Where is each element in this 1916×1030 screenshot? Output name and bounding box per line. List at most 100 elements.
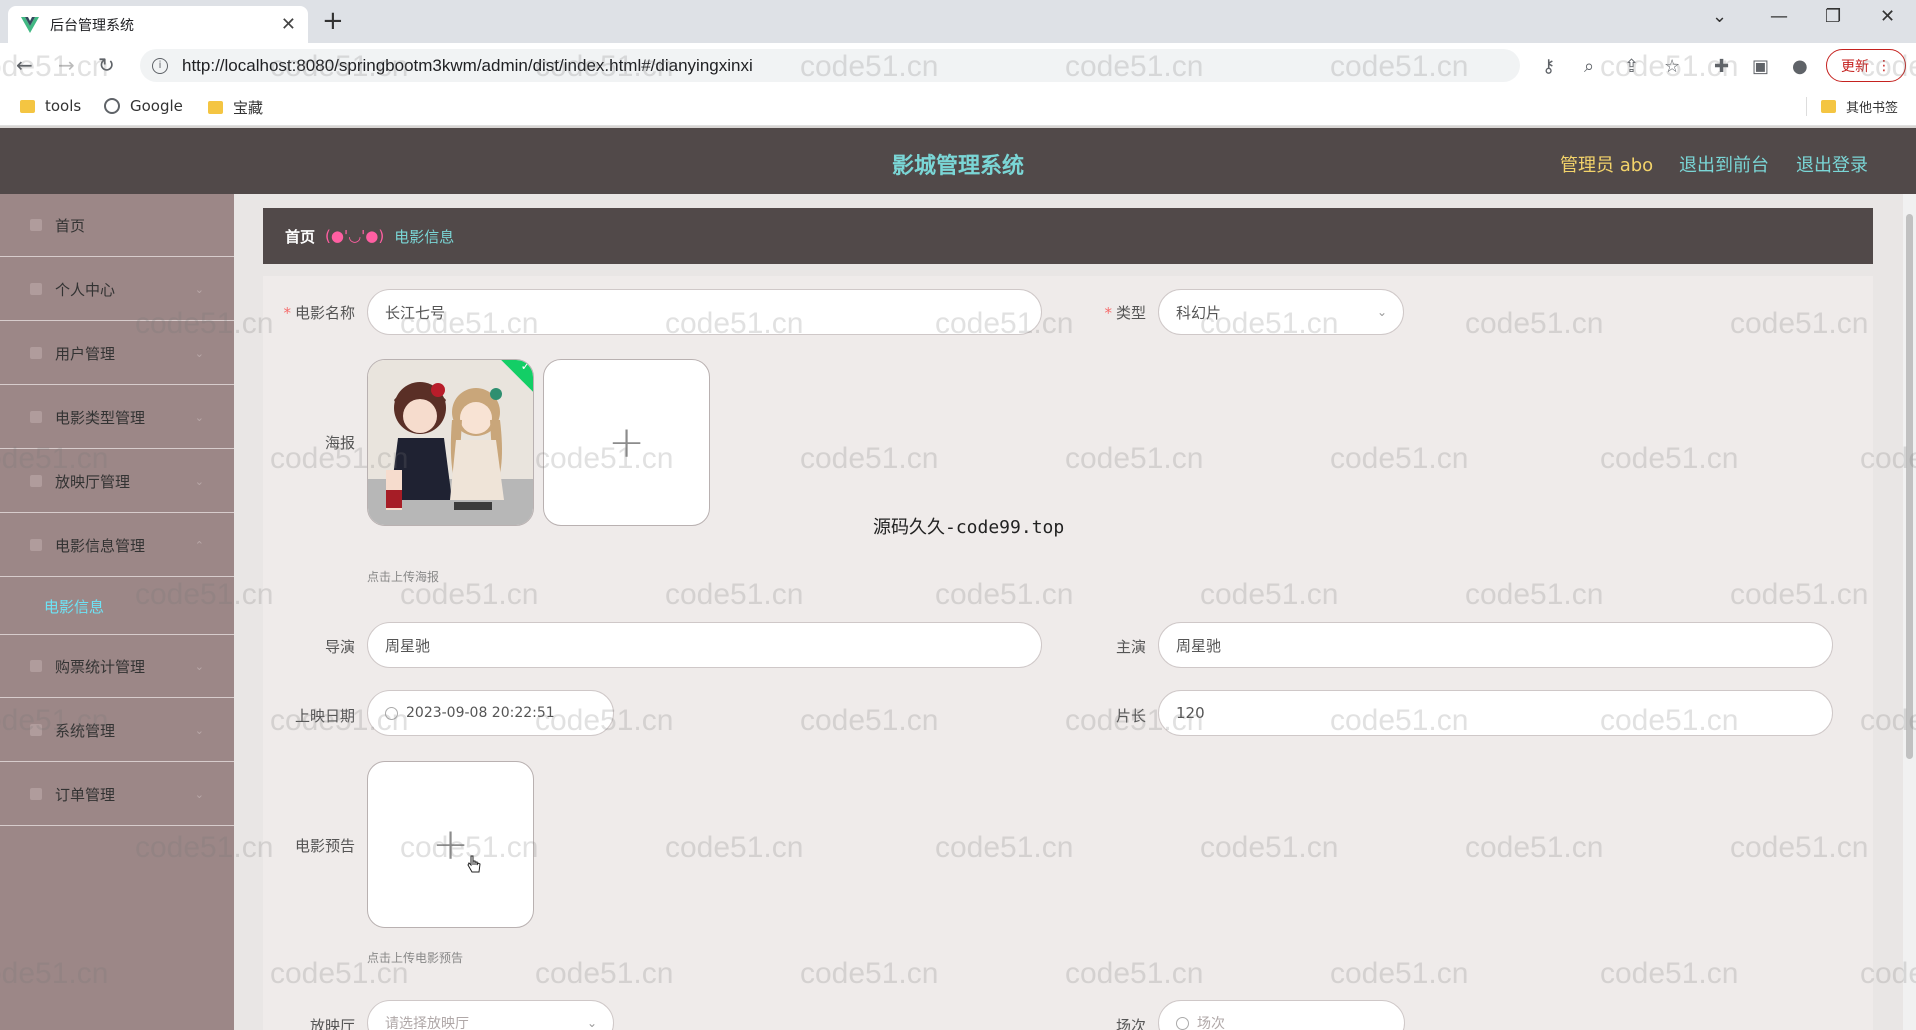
actor-value: 周星驰 — [1176, 636, 1222, 655]
key-icon[interactable]: ⚷ — [1542, 56, 1555, 77]
gear-icon — [30, 724, 42, 736]
folder-icon — [1821, 100, 1836, 113]
breadcrumb: 首页 (●'◡'●) 电影信息 — [263, 208, 1873, 264]
update-button[interactable]: 更新 ⋮ — [1826, 49, 1906, 82]
folder-icon — [20, 99, 35, 113]
sidebar-item-users[interactable]: 用户管理 ⌄ — [0, 322, 234, 385]
movie-type-value: 科幻片 — [1176, 303, 1222, 322]
other-bookmarks[interactable]: 其他书签 — [1806, 97, 1898, 116]
bookmarks-bar: tools Google 宝藏 其他书签 — [0, 88, 1916, 126]
page-scrollbar[interactable] — [1903, 194, 1916, 1030]
trailer-upload-tip: 点击上传电影预告 — [367, 951, 464, 965]
session-label: 场次 — [1115, 1017, 1146, 1030]
list-icon — [30, 539, 42, 551]
sidebar-item-label: 购票统计管理 — [55, 657, 146, 676]
chevron-down-icon: ⌄ — [194, 723, 204, 737]
bookmark-star-icon[interactable]: ☆ — [1664, 56, 1680, 77]
breadcrumb-current: 电影信息 — [394, 227, 455, 246]
movie-name-value: 长江七号 — [385, 303, 446, 322]
duration-input[interactable]: 120 — [1158, 690, 1833, 736]
share-icon[interactable]: ⇪ — [1624, 56, 1639, 77]
tab-close-icon[interactable]: ✕ — [281, 14, 296, 35]
zoom-icon[interactable]: ⌕ — [1584, 56, 1594, 77]
list-icon — [30, 475, 42, 487]
sidebar-item-home[interactable]: 首页 — [0, 194, 234, 257]
url-text: http://localhost:8080/springbootm3kwm/ad… — [182, 55, 753, 75]
breadcrumb-separator: (●'◡'●) — [325, 227, 385, 245]
bookmark-tools[interactable]: tools — [20, 97, 81, 115]
director-value: 周星驰 — [385, 636, 431, 655]
new-tab-icon[interactable]: + — [322, 6, 344, 36]
poster-upload-tip: 点击上传海报 — [367, 570, 440, 584]
sidebar-item-ticket-stats[interactable]: 购票统计管理 ⌄ — [0, 635, 234, 698]
plus-icon: + — [608, 416, 645, 468]
duration-label: 片长 — [1115, 707, 1146, 725]
sidebar-item-movie-info[interactable]: 电影信息管理 ⌃ — [0, 514, 234, 577]
chevron-down-icon: ⌄ — [194, 787, 204, 801]
director-label: 导演 — [324, 638, 355, 656]
hand-cursor-icon — [467, 855, 481, 873]
admin-username: 管理员 abo — [1560, 155, 1654, 176]
extensions-icon[interactable]: ✚ — [1714, 56, 1729, 77]
name-label: * 电影名称 — [283, 304, 355, 322]
chevron-down-icon: ⌄ — [194, 282, 204, 296]
sidebar-item-label: 用户管理 — [55, 344, 116, 363]
sidebar-item-movie-types[interactable]: 电影类型管理 ⌄ — [0, 386, 234, 449]
sidebar-item-label: 个人中心 — [55, 280, 116, 299]
sidebar-item-label: 首页 — [55, 216, 86, 235]
browser-toolbar: ← → ↻ i http://localhost:8080/springboot… — [0, 43, 1916, 88]
sidebar-item-label: 订单管理 — [55, 785, 116, 804]
sidebar-item-label: 电影类型管理 — [55, 408, 146, 427]
sidebar-item-profile[interactable]: 个人中心 ⌄ — [0, 258, 234, 321]
scrollbar-thumb[interactable] — [1906, 214, 1913, 759]
movie-name-input[interactable]: 长江七号 — [367, 289, 1042, 335]
movie-type-select[interactable]: 科幻片 ⌄ — [1158, 289, 1404, 335]
release-date-value: 2023-09-08 20:22:51 — [406, 705, 555, 721]
sidebar-item-label: 放映厅管理 — [55, 472, 131, 491]
release-date-picker[interactable]: 2023-09-08 20:22:51 — [367, 690, 614, 736]
vue-logo-icon — [21, 16, 39, 33]
chart-icon — [30, 660, 42, 672]
sidebar-subitem-movie-info[interactable]: 电影信息 — [44, 596, 104, 617]
actor-label: 主演 — [1115, 638, 1146, 656]
browser-tab[interactable]: 后台管理系统 ✕ — [8, 6, 308, 43]
restore-icon[interactable]: ❐ — [1825, 6, 1841, 27]
clock-icon — [1176, 1016, 1189, 1030]
tab-list-chevron-icon[interactable]: ⌄ — [1712, 6, 1727, 27]
other-bookmarks-label: 其他书签 — [1846, 101, 1899, 116]
address-bar[interactable]: i http://localhost:8080/springbootm3kwm/… — [140, 49, 1520, 82]
home-icon — [30, 219, 42, 231]
poster-thumbnail[interactable]: ✓ — [367, 359, 534, 526]
bookmark-treasure[interactable]: 宝藏 — [208, 97, 263, 118]
back-to-front-link[interactable]: 退出到前台 — [1679, 151, 1769, 177]
breadcrumb-home[interactable]: 首页 — [285, 226, 315, 247]
back-icon[interactable]: ← — [16, 53, 33, 77]
hall-select[interactable]: 请选择放映厅 ⌄ — [367, 1000, 614, 1030]
chevron-down-icon: ⌄ — [194, 659, 204, 673]
side-panel-icon[interactable]: ▣ — [1752, 56, 1769, 77]
bookmark-label: 宝藏 — [233, 99, 264, 117]
chevron-down-icon: ⌄ — [194, 410, 204, 424]
actor-input[interactable]: 周星驰 — [1158, 622, 1833, 668]
hall-placeholder: 请选择放映厅 — [385, 1016, 469, 1030]
sidebar-item-label: 系统管理 — [55, 721, 116, 740]
director-input[interactable]: 周星驰 — [367, 622, 1042, 668]
session-time-picker[interactable]: 场次 — [1158, 1000, 1405, 1030]
sidebar-item-label: 电影信息管理 — [55, 536, 146, 555]
close-window-icon[interactable]: ✕ — [1880, 6, 1895, 27]
site-info-icon[interactable]: i — [152, 57, 168, 74]
sidebar: 首页 个人中心 ⌄ 用户管理 ⌄ 电影类型管理 ⌄ 放映厅管理 ⌄ 电影信息管理… — [0, 194, 234, 1030]
reload-icon[interactable]: ↻ — [98, 53, 115, 77]
bookmark-google[interactable]: Google — [104, 97, 183, 115]
sidebar-item-halls[interactable]: 放映厅管理 ⌄ — [0, 450, 234, 513]
release-date-label: 上映日期 — [294, 707, 355, 725]
poster-upload-button[interactable]: + — [543, 359, 710, 526]
profile-icon[interactable]: ● — [1792, 56, 1808, 77]
forward-icon[interactable]: → — [58, 53, 75, 77]
type-label: * 类型 — [1104, 304, 1146, 322]
sidebar-item-orders[interactable]: 订单管理 ⌄ — [0, 763, 234, 826]
trailer-upload-button[interactable]: + — [367, 761, 534, 928]
logout-link[interactable]: 退出登录 — [1796, 151, 1868, 177]
minimize-icon[interactable]: — — [1770, 6, 1788, 27]
sidebar-item-system[interactable]: 系统管理 ⌄ — [0, 699, 234, 762]
